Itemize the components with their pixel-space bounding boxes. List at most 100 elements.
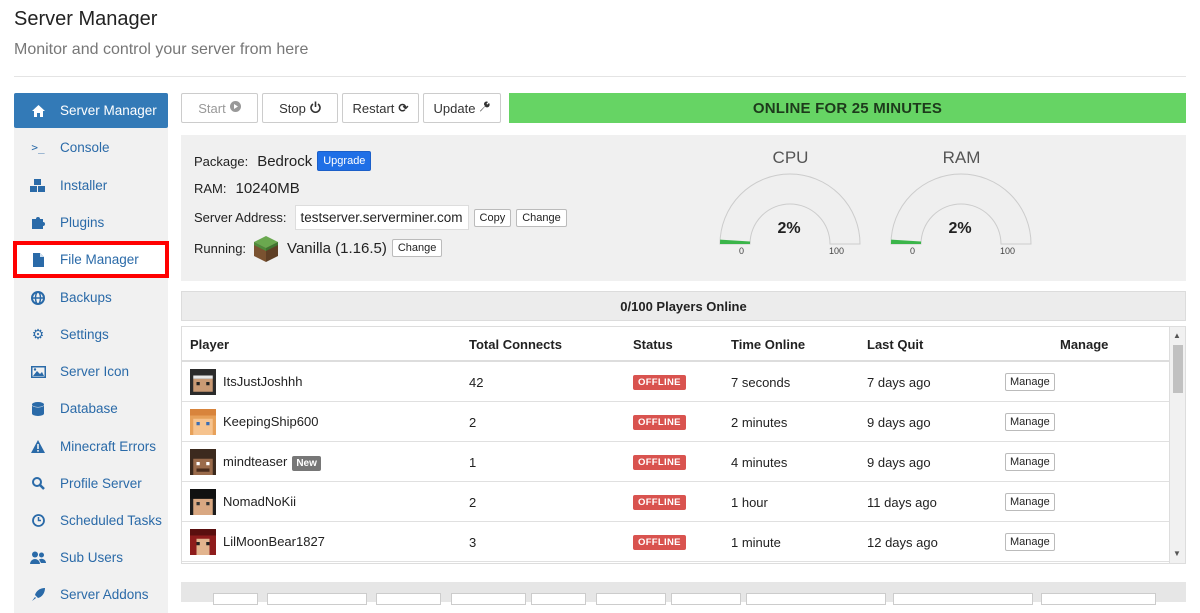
sidebar-item-plugins[interactable]: Plugins — [14, 205, 168, 240]
sidebar-item-label: Installer — [60, 178, 108, 193]
sidebar-item-database[interactable]: Database — [14, 391, 168, 426]
server-status-banner: ONLINE FOR 25 MINUTES — [509, 93, 1186, 123]
lower-panel-control[interactable] — [267, 593, 367, 605]
manage-button[interactable]: Manage — [1005, 373, 1055, 391]
restart-button-label: Restart — [352, 100, 395, 116]
play-icon — [229, 101, 241, 115]
scroll-down-icon[interactable]: ▼ — [1173, 549, 1181, 558]
ram-gauge-label: RAM — [942, 148, 981, 167]
manage-button[interactable]: Manage — [1005, 453, 1055, 471]
puzzle-icon — [26, 216, 50, 229]
server-address-field[interactable]: testserver.serverminer.com — [294, 205, 469, 230]
sidebar-item-label: Database — [60, 401, 118, 416]
cpu-gauge-label: CPU — [772, 148, 809, 167]
manage-button[interactable]: Manage — [1005, 533, 1055, 551]
rocket-icon — [26, 588, 50, 601]
lower-panel-control[interactable] — [893, 593, 1033, 605]
users-icon — [26, 551, 50, 564]
time-online: 7 seconds — [731, 375, 791, 390]
sidebar-item-scheduled-tasks[interactable]: Scheduled Tasks — [14, 503, 168, 538]
clock-icon — [26, 514, 50, 527]
sidebar: Server Manager >_ Console Installer Plug… — [13, 93, 169, 613]
sidebar-item-sub-users[interactable]: Sub Users — [14, 540, 168, 575]
new-badge: New — [292, 456, 321, 471]
globe-icon — [26, 290, 50, 305]
package-value: Bedrock — [257, 152, 313, 170]
lower-panel-control[interactable] — [671, 593, 741, 605]
address-label: Server Address: — [194, 210, 287, 225]
cpu-gauge-value: 2% — [777, 220, 801, 237]
image-icon — [26, 365, 50, 378]
stop-button[interactable]: Stop — [262, 93, 338, 123]
sidebar-item-server-manager[interactable]: Server Manager — [14, 93, 168, 128]
total-connects: 2 — [469, 415, 477, 430]
last-quit: 9 days ago — [867, 415, 931, 430]
change-version-button[interactable]: Change — [391, 239, 443, 257]
lower-panel-control[interactable] — [376, 593, 441, 605]
players-table: Player Total Connects Status Time Online… — [181, 326, 1186, 564]
player-name: LilMoonBear1827 — [223, 534, 325, 549]
sidebar-item-file-manager[interactable]: File Manager — [13, 241, 169, 278]
sidebar-item-installer[interactable]: Installer — [14, 168, 168, 203]
restart-button[interactable]: Restart ⟳ — [342, 93, 419, 123]
sidebar-item-label: Profile Server — [60, 476, 142, 491]
sidebar-item-label: Server Icon — [60, 364, 130, 379]
update-button[interactable]: Update — [423, 93, 501, 123]
warning-icon — [26, 440, 50, 453]
table-row: LilMoonBear1827 3 OFFLINE 1 minute 12 da… — [182, 522, 1170, 562]
gear-icon: ⚙ — [31, 326, 45, 342]
change-address-button[interactable]: Change — [516, 208, 567, 227]
copy-address-button[interactable]: Copy — [473, 208, 512, 227]
running-label: Running: — [194, 240, 247, 256]
scrollbar-thumb[interactable] — [1173, 345, 1183, 393]
players-online-summary: 0/100 Players Online — [181, 291, 1186, 321]
scroll-up-icon[interactable]: ▲ — [1173, 331, 1181, 340]
grass-block-icon — [254, 236, 279, 262]
page-header: Server Manager Monitor and control your … — [14, 8, 308, 59]
ram-value: 10240MB — [235, 180, 300, 197]
ram-gauge-value: 2% — [948, 220, 972, 237]
player-name-text: mindteaser — [223, 454, 288, 469]
player-avatar — [190, 489, 216, 515]
header-divider — [14, 76, 1186, 77]
lower-panel-control[interactable] — [596, 593, 666, 605]
terminal-icon: >_ — [31, 141, 45, 154]
lower-panel-control[interactable] — [531, 593, 586, 605]
player-avatar — [190, 449, 216, 475]
lower-panel-control[interactable] — [1041, 593, 1156, 605]
player-avatar — [190, 369, 216, 395]
status-badge: OFFLINE — [633, 495, 686, 510]
package-row: Package: Bedrock Upgrade — [194, 151, 372, 171]
table-scrollbar[interactable]: ▲ ▼ — [1169, 327, 1185, 563]
player-avatar — [190, 529, 216, 555]
sidebar-item-settings[interactable]: ⚙ Settings — [14, 317, 168, 352]
sidebar-item-server-addons[interactable]: Server Addons — [14, 577, 168, 612]
time-online: 4 minutes — [731, 455, 788, 470]
column-header-manage: Manage — [1060, 337, 1109, 352]
last-quit: 11 days ago — [867, 495, 937, 510]
manage-button[interactable]: Manage — [1005, 493, 1055, 511]
sidebar-item-backups[interactable]: Backups — [14, 280, 168, 315]
last-quit: 9 days ago — [867, 455, 931, 470]
status-badge: OFFLINE — [633, 455, 686, 470]
manage-button[interactable]: Manage — [1005, 413, 1055, 431]
running-value: Vanilla (1.16.5) — [287, 239, 387, 257]
sidebar-item-label: Server Manager — [60, 103, 157, 118]
sidebar-item-server-icon[interactable]: Server Icon — [14, 354, 168, 389]
stop-button-label: Stop — [279, 100, 306, 116]
ram-gauge: RAM 2% 0 100 — [889, 148, 1034, 256]
server-controls: Start Stop Restart ⟳ Update — [181, 93, 505, 124]
ram-gauge-max: 100 — [1000, 246, 1016, 256]
lower-panel-control[interactable] — [213, 593, 258, 605]
refresh-icon: ⟳ — [398, 101, 409, 115]
total-connects: 42 — [469, 375, 484, 390]
lower-panel-control[interactable] — [451, 593, 526, 605]
start-button[interactable]: Start — [181, 93, 258, 123]
upgrade-button[interactable]: Upgrade — [317, 151, 372, 171]
sidebar-item-minecraft-errors[interactable]: Minecraft Errors — [14, 429, 168, 464]
table-row: mindteaser New 1 OFFLINE 4 minutes 9 days… — [182, 442, 1170, 482]
lower-panel-control[interactable] — [746, 593, 886, 605]
sidebar-item-profile-server[interactable]: Profile Server — [14, 466, 168, 501]
sidebar-item-console[interactable]: >_ Console — [14, 130, 168, 165]
page-subtitle: Monitor and control your server from her… — [14, 41, 309, 58]
